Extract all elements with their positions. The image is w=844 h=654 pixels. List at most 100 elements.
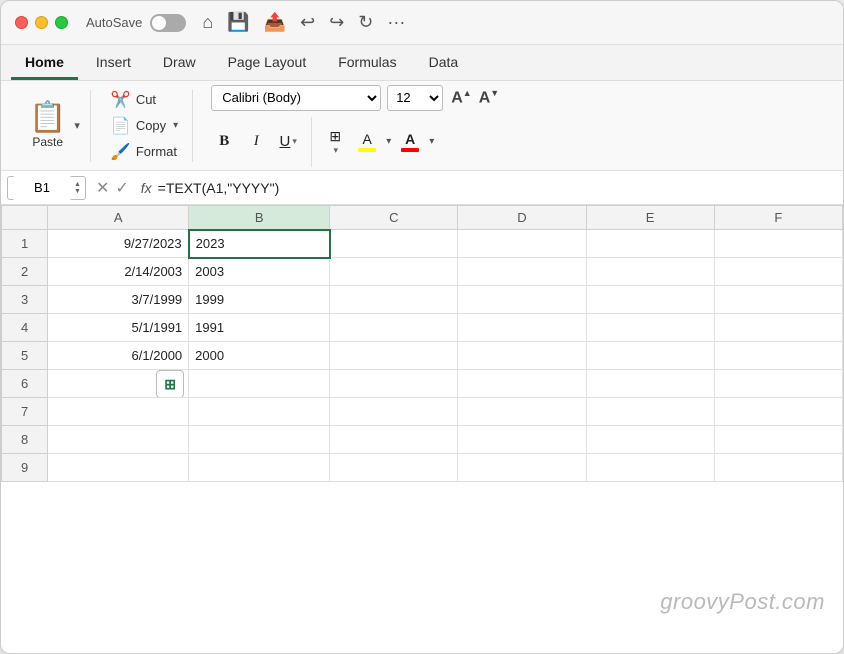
copy-button[interactable]: 📄 Copy ▾ [107, 114, 182, 138]
cell-a6[interactable]: ⊞ [48, 370, 189, 398]
cell-d8[interactable] [458, 426, 586, 454]
cell-c5[interactable] [330, 342, 458, 370]
cell-a5[interactable]: 6/1/2000 [48, 342, 189, 370]
col-header-f[interactable]: F [714, 206, 842, 230]
cell-b6[interactable] [189, 370, 330, 398]
cell-b9[interactable] [189, 454, 330, 482]
cut-button[interactable]: ✂️ Cut [107, 88, 182, 112]
cell-b7[interactable] [189, 398, 330, 426]
cell-f4[interactable] [714, 314, 842, 342]
decrease-font-size-button[interactable]: A▼ [477, 86, 501, 109]
cell-f7[interactable] [714, 398, 842, 426]
cell-f3[interactable] [714, 286, 842, 314]
cell-d2[interactable] [458, 258, 586, 286]
cell-f6[interactable] [714, 370, 842, 398]
bold-button[interactable]: B [211, 129, 237, 155]
cell-e4[interactable] [586, 314, 714, 342]
redo-icon[interactable]: ↪ [329, 12, 344, 33]
copy-dropdown-arrow[interactable]: ▾ [173, 120, 178, 131]
cell-a7[interactable] [48, 398, 189, 426]
cell-d7[interactable] [458, 398, 586, 426]
cell-c2[interactable] [330, 258, 458, 286]
cell-a1[interactable]: 9/27/2023 [48, 230, 189, 258]
save-cloud-icon[interactable]: 📤 [264, 12, 286, 33]
cell-d4[interactable] [458, 314, 586, 342]
format-painter-button[interactable]: 🖌️ Format [107, 140, 182, 164]
cell-d3[interactable] [458, 286, 586, 314]
font-name-select[interactable]: Calibri (Body) [211, 85, 381, 111]
cell-d1[interactable] [458, 230, 586, 258]
col-header-c[interactable]: C [330, 206, 458, 230]
cell-e8[interactable] [586, 426, 714, 454]
save-disk-icon[interactable]: 💾 [227, 12, 249, 33]
increase-font-size-button[interactable]: A▲ [449, 86, 473, 109]
font-color-button[interactable]: A [397, 129, 423, 155]
cell-b5[interactable]: 2000 [189, 342, 330, 370]
italic-button[interactable]: I [243, 129, 269, 155]
cell-c3[interactable] [330, 286, 458, 314]
tab-data[interactable]: Data [415, 48, 473, 80]
borders-button[interactable]: ⊞ ▾ [322, 129, 348, 155]
cell-f9[interactable] [714, 454, 842, 482]
cell-c7[interactable] [330, 398, 458, 426]
cell-f5[interactable] [714, 342, 842, 370]
cell-b3[interactable]: 1999 [189, 286, 330, 314]
cell-a4[interactable]: 5/1/1991 [48, 314, 189, 342]
autosave-toggle[interactable] [150, 14, 186, 32]
borders-dropdown-arrow[interactable]: ▾ [333, 145, 338, 156]
tab-home[interactable]: Home [11, 48, 78, 80]
highlight-button[interactable]: A [354, 129, 380, 155]
font-size-select[interactable]: 12 [387, 85, 443, 111]
cell-c8[interactable] [330, 426, 458, 454]
cell-ref-spinner[interactable]: ▲▼ [74, 181, 81, 195]
cell-f1[interactable] [714, 230, 842, 258]
cell-e7[interactable] [586, 398, 714, 426]
cell-a8[interactable] [48, 426, 189, 454]
maximize-button[interactable] [55, 16, 68, 29]
cell-b4[interactable]: 1991 [189, 314, 330, 342]
tab-page-layout[interactable]: Page Layout [214, 48, 321, 80]
refresh-icon[interactable]: ↻ [358, 12, 373, 33]
paste-dropdown-arrow[interactable]: ▾ [74, 119, 80, 132]
cell-d5[interactable] [458, 342, 586, 370]
underline-dropdown-arrow[interactable]: ▾ [292, 136, 297, 147]
undo-icon[interactable]: ↩ [300, 12, 315, 33]
col-header-a[interactable]: A [48, 206, 189, 230]
cell-b8[interactable] [189, 426, 330, 454]
cell-e1[interactable] [586, 230, 714, 258]
close-button[interactable] [15, 16, 28, 29]
minimize-button[interactable] [35, 16, 48, 29]
autofill-button[interactable]: ⊞ [156, 370, 184, 398]
cell-a3[interactable]: 3/7/1999 [48, 286, 189, 314]
cell-c1[interactable] [330, 230, 458, 258]
col-header-e[interactable]: E [586, 206, 714, 230]
formula-input[interactable] [158, 180, 837, 196]
tab-draw[interactable]: Draw [149, 48, 210, 80]
paste-button[interactable]: 📋 Paste [23, 101, 72, 151]
col-header-d[interactable]: D [458, 206, 586, 230]
cell-b2[interactable]: 2003 [189, 258, 330, 286]
underline-button[interactable]: U ▾ [275, 129, 301, 155]
highlight-dropdown-arrow[interactable]: ▾ [386, 136, 391, 147]
cell-f2[interactable] [714, 258, 842, 286]
font-color-dropdown-arrow[interactable]: ▾ [429, 136, 434, 147]
confirm-formula-icon[interactable]: ✓ [115, 178, 128, 198]
cell-c4[interactable] [330, 314, 458, 342]
cell-b1[interactable]: 2023 [189, 230, 330, 258]
more-icon[interactable]: ··· [387, 12, 405, 33]
tab-insert[interactable]: Insert [82, 48, 145, 80]
cell-reference-input[interactable] [12, 176, 72, 200]
cell-e2[interactable] [586, 258, 714, 286]
cell-e9[interactable] [586, 454, 714, 482]
cell-f8[interactable] [714, 426, 842, 454]
cell-d6[interactable] [458, 370, 586, 398]
cell-c9[interactable] [330, 454, 458, 482]
home-icon[interactable]: ⌂ [202, 12, 213, 33]
cell-a9[interactable] [48, 454, 189, 482]
cell-d9[interactable] [458, 454, 586, 482]
col-header-b[interactable]: B [189, 206, 330, 230]
tab-formulas[interactable]: Formulas [324, 48, 410, 80]
cell-e5[interactable] [586, 342, 714, 370]
cell-e6[interactable] [586, 370, 714, 398]
cell-e3[interactable] [586, 286, 714, 314]
